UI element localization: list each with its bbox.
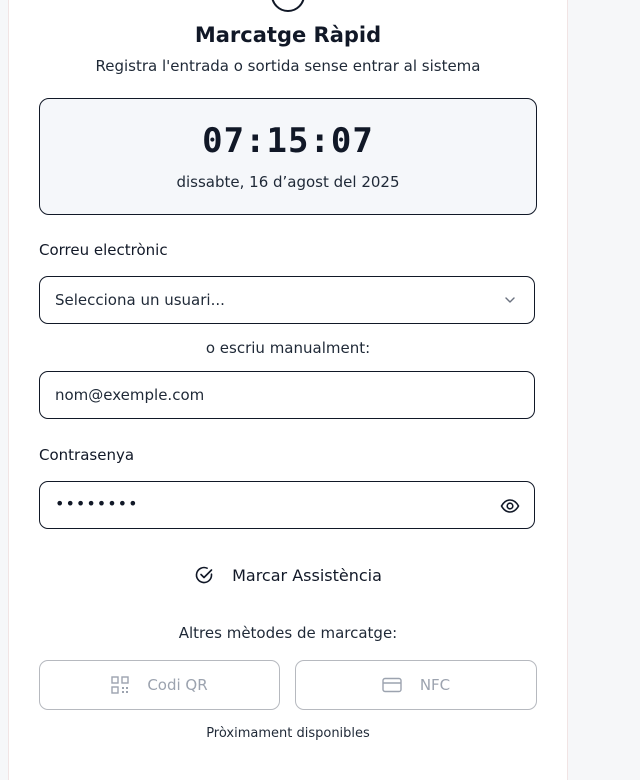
password-label: Contrasenya <box>39 446 135 464</box>
email-placeholder: nom@exemple.com <box>55 386 205 404</box>
user-select[interactable]: Selecciona un usuari... <box>39 276 535 324</box>
clock-panel: 07:15:07 dissabte, 16 d’agost del 2025 <box>39 98 537 215</box>
eye-icon[interactable] <box>500 497 520 515</box>
mark-attendance-label: Marcar Assistència <box>232 565 382 585</box>
page-subtitle: Registra l'entrada o sortida sense entra… <box>95 57 481 75</box>
page-title: Marcatge Ràpid <box>194 23 382 47</box>
qr-code-label: Codi QR <box>147 676 208 694</box>
check-circle-icon <box>195 566 213 584</box>
user-select-value: Selecciona un usuari... <box>55 291 225 309</box>
card-icon <box>382 677 402 693</box>
manual-entry-hint: o escriu manualment: <box>205 339 371 357</box>
email-label: Correu electrònic <box>39 241 168 259</box>
qr-code-button[interactable]: Codi QR <box>39 660 280 710</box>
password-value: •••••••• <box>55 494 139 513</box>
qr-code-icon <box>111 676 130 694</box>
clock-date: dissabte, 16 d’agost del 2025 <box>176 173 400 191</box>
coming-soon-note: Pròximament disponibles <box>206 726 370 741</box>
password-field[interactable]: •••••••• <box>39 481 535 529</box>
chevron-down-icon <box>505 297 515 303</box>
clock-time: 07:15:07 <box>202 121 374 161</box>
mark-attendance-button[interactable]: Marcar Assistència <box>180 558 396 592</box>
email-field[interactable]: nom@exemple.com <box>39 371 535 419</box>
other-methods-title: Altres mètodes de marcatge: <box>178 624 398 642</box>
nfc-button[interactable]: NFC <box>295 660 537 710</box>
nfc-label: NFC <box>419 676 451 694</box>
